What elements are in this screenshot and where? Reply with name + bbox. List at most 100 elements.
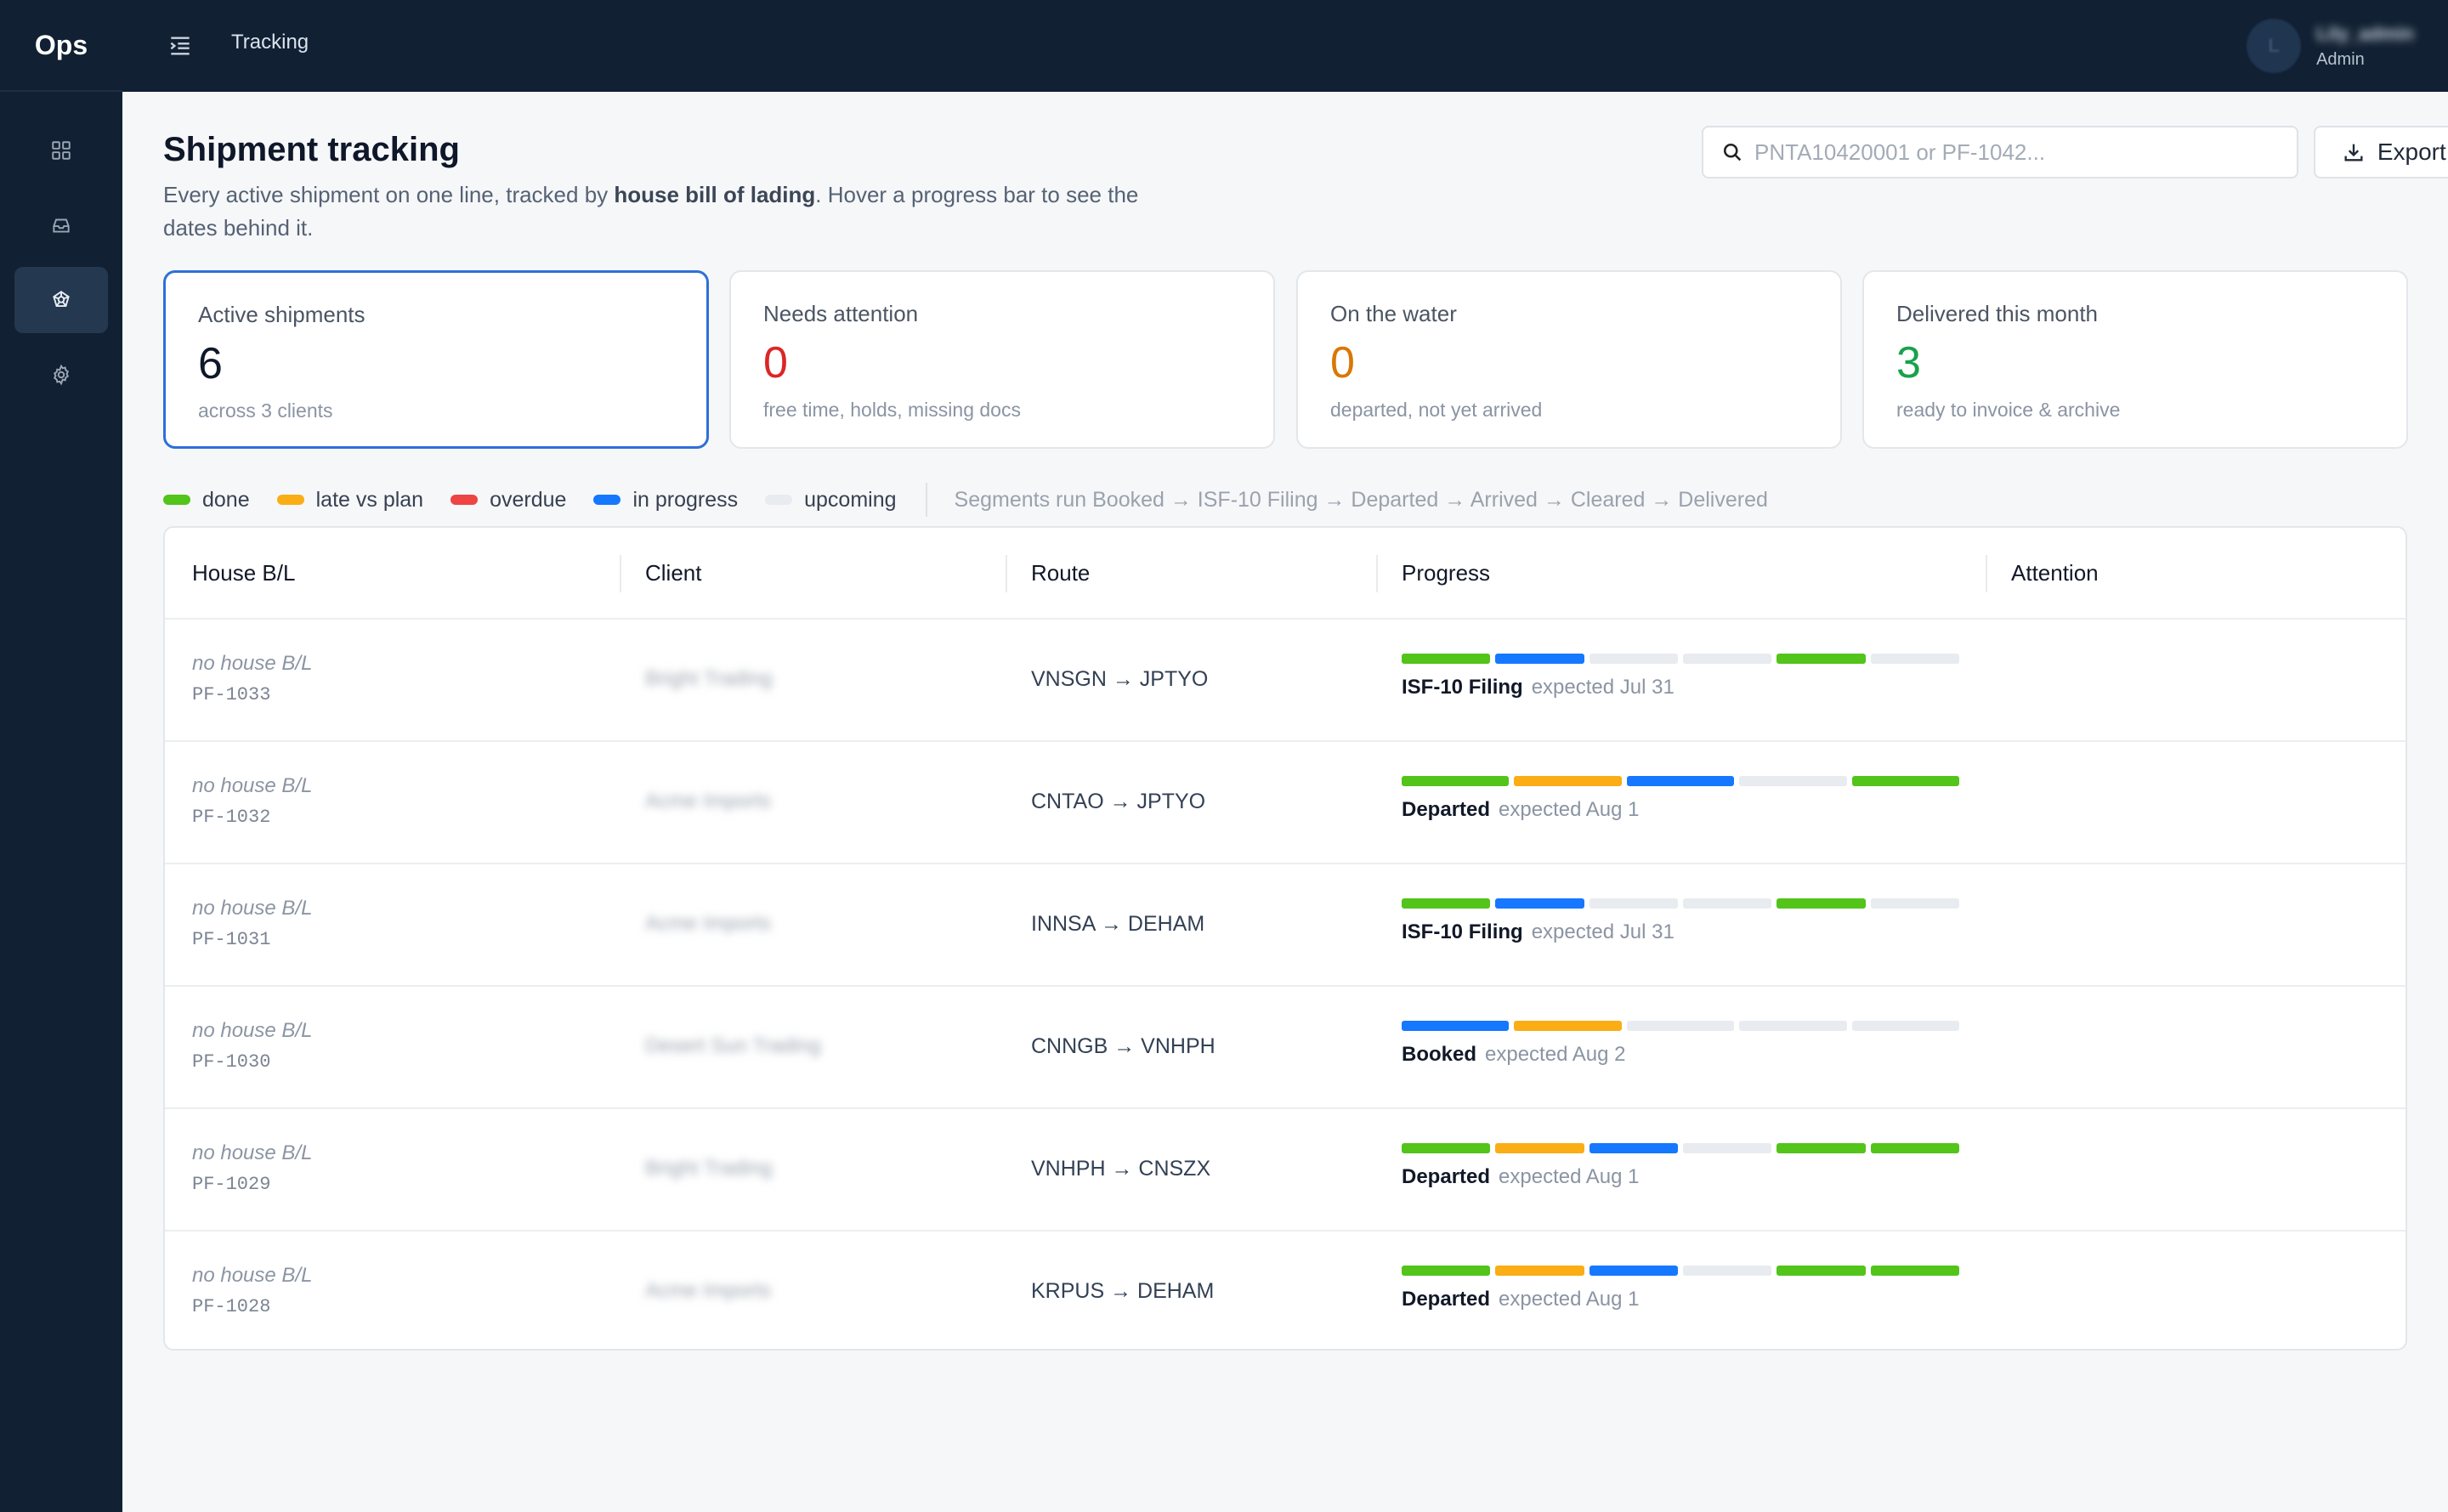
table-row[interactable]: no house B/L PF-1032 Acme Imports CNTAO → J… [165, 742, 2406, 864]
column-divider [620, 555, 621, 592]
progress-segment[interactable] [1739, 1021, 1847, 1031]
progress-segment[interactable] [1495, 654, 1584, 664]
menu-toggle-button[interactable] [167, 32, 194, 59]
avatar[interactable]: L [2247, 19, 2302, 73]
progress-segment[interactable] [1402, 1021, 1510, 1031]
progress-cell: ISF-10 Filing expected Jul 31 [1402, 898, 1959, 944]
progress-segment[interactable] [1589, 898, 1678, 909]
export-csv-button[interactable]: Export CSV [2314, 126, 2448, 178]
card-needs-attention[interactable]: Needs attention 0 free time, holds, miss… [729, 270, 1275, 449]
progress-status: Departed expected Aug 1 [1402, 1165, 1959, 1189]
progress-bar[interactable] [1402, 898, 1959, 909]
house-bl: no house B/L [192, 1141, 313, 1164]
legend-item-upcoming: upcoming [765, 488, 897, 512]
table-row[interactable]: no house B/L PF-1033 Bright Trading VNSGN →… [165, 620, 2406, 742]
progress-segment[interactable] [1870, 1266, 1959, 1276]
current-stage: Booked [1402, 1043, 1477, 1066]
search-box[interactable] [1702, 126, 2298, 178]
progress-segment[interactable] [1514, 1021, 1622, 1031]
sidebar-item-tracking[interactable] [14, 267, 108, 333]
search-input[interactable] [1754, 139, 2264, 166]
progress-segment[interactable] [1870, 1143, 1959, 1153]
card-value: 0 [763, 338, 788, 388]
card-active-shipments[interactable]: Active shipments 6 across 3 clients [163, 270, 709, 449]
progress-segment[interactable] [1682, 1266, 1772, 1276]
page-description: Every active shipment on one line, track… [163, 182, 1139, 241]
card-label: On the water [1330, 301, 1457, 326]
table-row[interactable]: no house B/L PF-1029 Bright Trading VNHPH →… [165, 1109, 2406, 1232]
progress-segment[interactable] [1589, 654, 1678, 664]
segment-flow-note: Segments run Booked → ISF-10 Filing → De… [954, 487, 1768, 512]
card-delivered-this-month[interactable]: Delivered this month 3 ready to invoice … [1862, 270, 2408, 449]
progress-segment[interactable] [1626, 776, 1735, 786]
progress-segment[interactable] [1870, 654, 1959, 664]
progress-segment[interactable] [1514, 776, 1622, 786]
progress-bar[interactable] [1402, 1143, 1959, 1153]
progress-legend: done late vs plan overdue in progress up… [163, 473, 1768, 527]
progress-segment[interactable] [1402, 1143, 1491, 1153]
progress-segment[interactable] [1495, 1266, 1584, 1276]
user-name: Lily_admin [2316, 22, 2414, 44]
progress-segment[interactable] [1851, 776, 1960, 786]
table-row[interactable]: no house B/L PF-1028 Acme Imports KRPUS → D… [165, 1232, 2406, 1349]
column-divider [1006, 555, 1007, 592]
card-on-the-water[interactable]: On the water 0 departed, not yet arrived [1296, 270, 1842, 449]
shipment-ref[interactable]: PF-1029 [192, 1174, 270, 1195]
table-row[interactable]: no house B/L PF-1030 Desert Sun Trading CNN… [165, 987, 2406, 1109]
brand-logo[interactable]: Ops [0, 0, 122, 92]
progress-segment[interactable] [1870, 898, 1959, 909]
progress-segment[interactable] [1495, 898, 1584, 909]
shipments-table: House B/L Client Route Progress Attentio… [163, 526, 2407, 1351]
progress-status: Departed expected Aug 1 [1402, 1288, 1959, 1311]
legend-item-done: done [163, 488, 250, 512]
column-header-attention[interactable]: Attention [2011, 528, 2099, 618]
sidebar-item-dashboard[interactable] [14, 117, 108, 184]
progress-segment[interactable] [1739, 776, 1847, 786]
shipment-ref[interactable]: PF-1031 [192, 929, 270, 950]
progress-bar[interactable] [1402, 1021, 1960, 1031]
progress-segment[interactable] [1402, 1266, 1491, 1276]
expected-date: expected Jul 31 [1531, 920, 1674, 943]
progress-segment[interactable] [1402, 898, 1491, 909]
progress-segment[interactable] [1776, 898, 1866, 909]
progress-segment[interactable] [1682, 654, 1772, 664]
progress-segment[interactable] [1776, 654, 1866, 664]
shipment-ref[interactable]: PF-1030 [192, 1051, 270, 1073]
legend-swatch [593, 495, 621, 505]
progress-segment[interactable] [1495, 1143, 1584, 1153]
inbox-icon [53, 218, 70, 233]
legend-item-overdue: overdue [450, 488, 566, 512]
progress-bar[interactable] [1402, 776, 1960, 786]
progress-segment[interactable] [1402, 654, 1491, 664]
legend-swatch [276, 495, 304, 505]
sidebar-item-settings[interactable] [14, 342, 108, 408]
expected-date: expected Aug 2 [1485, 1043, 1626, 1066]
card-subtext: free time, holds, missing docs [763, 399, 1021, 421]
progress-segment[interactable] [1682, 1143, 1772, 1153]
sidebar-item-inbox[interactable] [14, 192, 108, 258]
column-header-client[interactable]: Client [645, 528, 701, 618]
progress-segment[interactable] [1626, 1021, 1735, 1031]
progress-segment[interactable] [1682, 898, 1772, 909]
progress-segment[interactable] [1402, 776, 1510, 786]
user-menu[interactable]: L Lily_admin Admin [2247, 17, 2414, 75]
shipment-ref[interactable]: PF-1028 [192, 1296, 270, 1317]
progress-segment[interactable] [1776, 1266, 1866, 1276]
table-row[interactable]: no house B/L PF-1031 Acme Imports INNSA → D… [165, 864, 2406, 987]
progress-segment[interactable] [1851, 1021, 1960, 1031]
column-header-route[interactable]: Route [1031, 528, 1090, 618]
shipment-ref[interactable]: PF-1033 [192, 684, 270, 705]
progress-bar[interactable] [1402, 654, 1959, 664]
user-role: Admin [2316, 49, 2365, 69]
progress-bar[interactable] [1402, 1266, 1959, 1276]
table-body: no house B/L PF-1033 Bright Trading VNSGN →… [165, 620, 2406, 1349]
column-header-house-bl[interactable]: House B/L [192, 528, 295, 618]
shipment-ref[interactable]: PF-1032 [192, 807, 270, 828]
progress-segment[interactable] [1589, 1266, 1678, 1276]
card-label: Delivered this month [1896, 301, 2098, 326]
column-header-progress[interactable]: Progress [1402, 528, 1490, 618]
progress-segment[interactable] [1589, 1143, 1678, 1153]
progress-segment[interactable] [1776, 1143, 1866, 1153]
download-icon [2344, 144, 2363, 161]
card-label: Active shipments [198, 302, 366, 327]
